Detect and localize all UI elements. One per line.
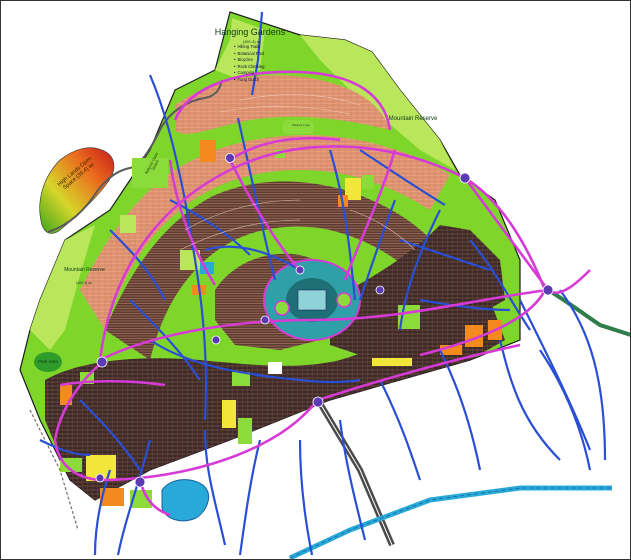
hanging-gardens-title: Hanging Gardens (214, 27, 286, 37)
amenity-item: Fung Gulch (234, 77, 264, 84)
highway (315, 398, 395, 547)
zone-green-10 (120, 215, 136, 233)
town-center-ring (274, 300, 290, 316)
sw-area-label: Park Area (38, 359, 58, 364)
zone-yellow-3 (222, 400, 236, 428)
park-north-label: Park (4.7) ac (292, 123, 310, 127)
town-center-ring-east (336, 292, 352, 308)
mountain-reserve-east-label: Mountain Reserve (388, 116, 438, 122)
town-center-block (297, 289, 327, 311)
canal (288, 485, 612, 560)
highway-east-branch (546, 288, 631, 337)
mountain-reserve-west-area: (483.3) ac (76, 281, 92, 285)
amenities-list: Hiking Trails Botanical Pool Bicycles Ro… (234, 44, 264, 83)
zone-yellow-2 (372, 358, 412, 366)
zone-green-1 (362, 175, 374, 189)
master-plan-map (19, 11, 631, 560)
mountain-reserve-west-label: Mountain Reserve (64, 267, 105, 273)
zone-orange-8 (200, 140, 216, 162)
zone-white-1 (268, 362, 282, 374)
zone-green-5 (238, 418, 252, 444)
amenity-item: Hiking Trails (234, 44, 264, 51)
